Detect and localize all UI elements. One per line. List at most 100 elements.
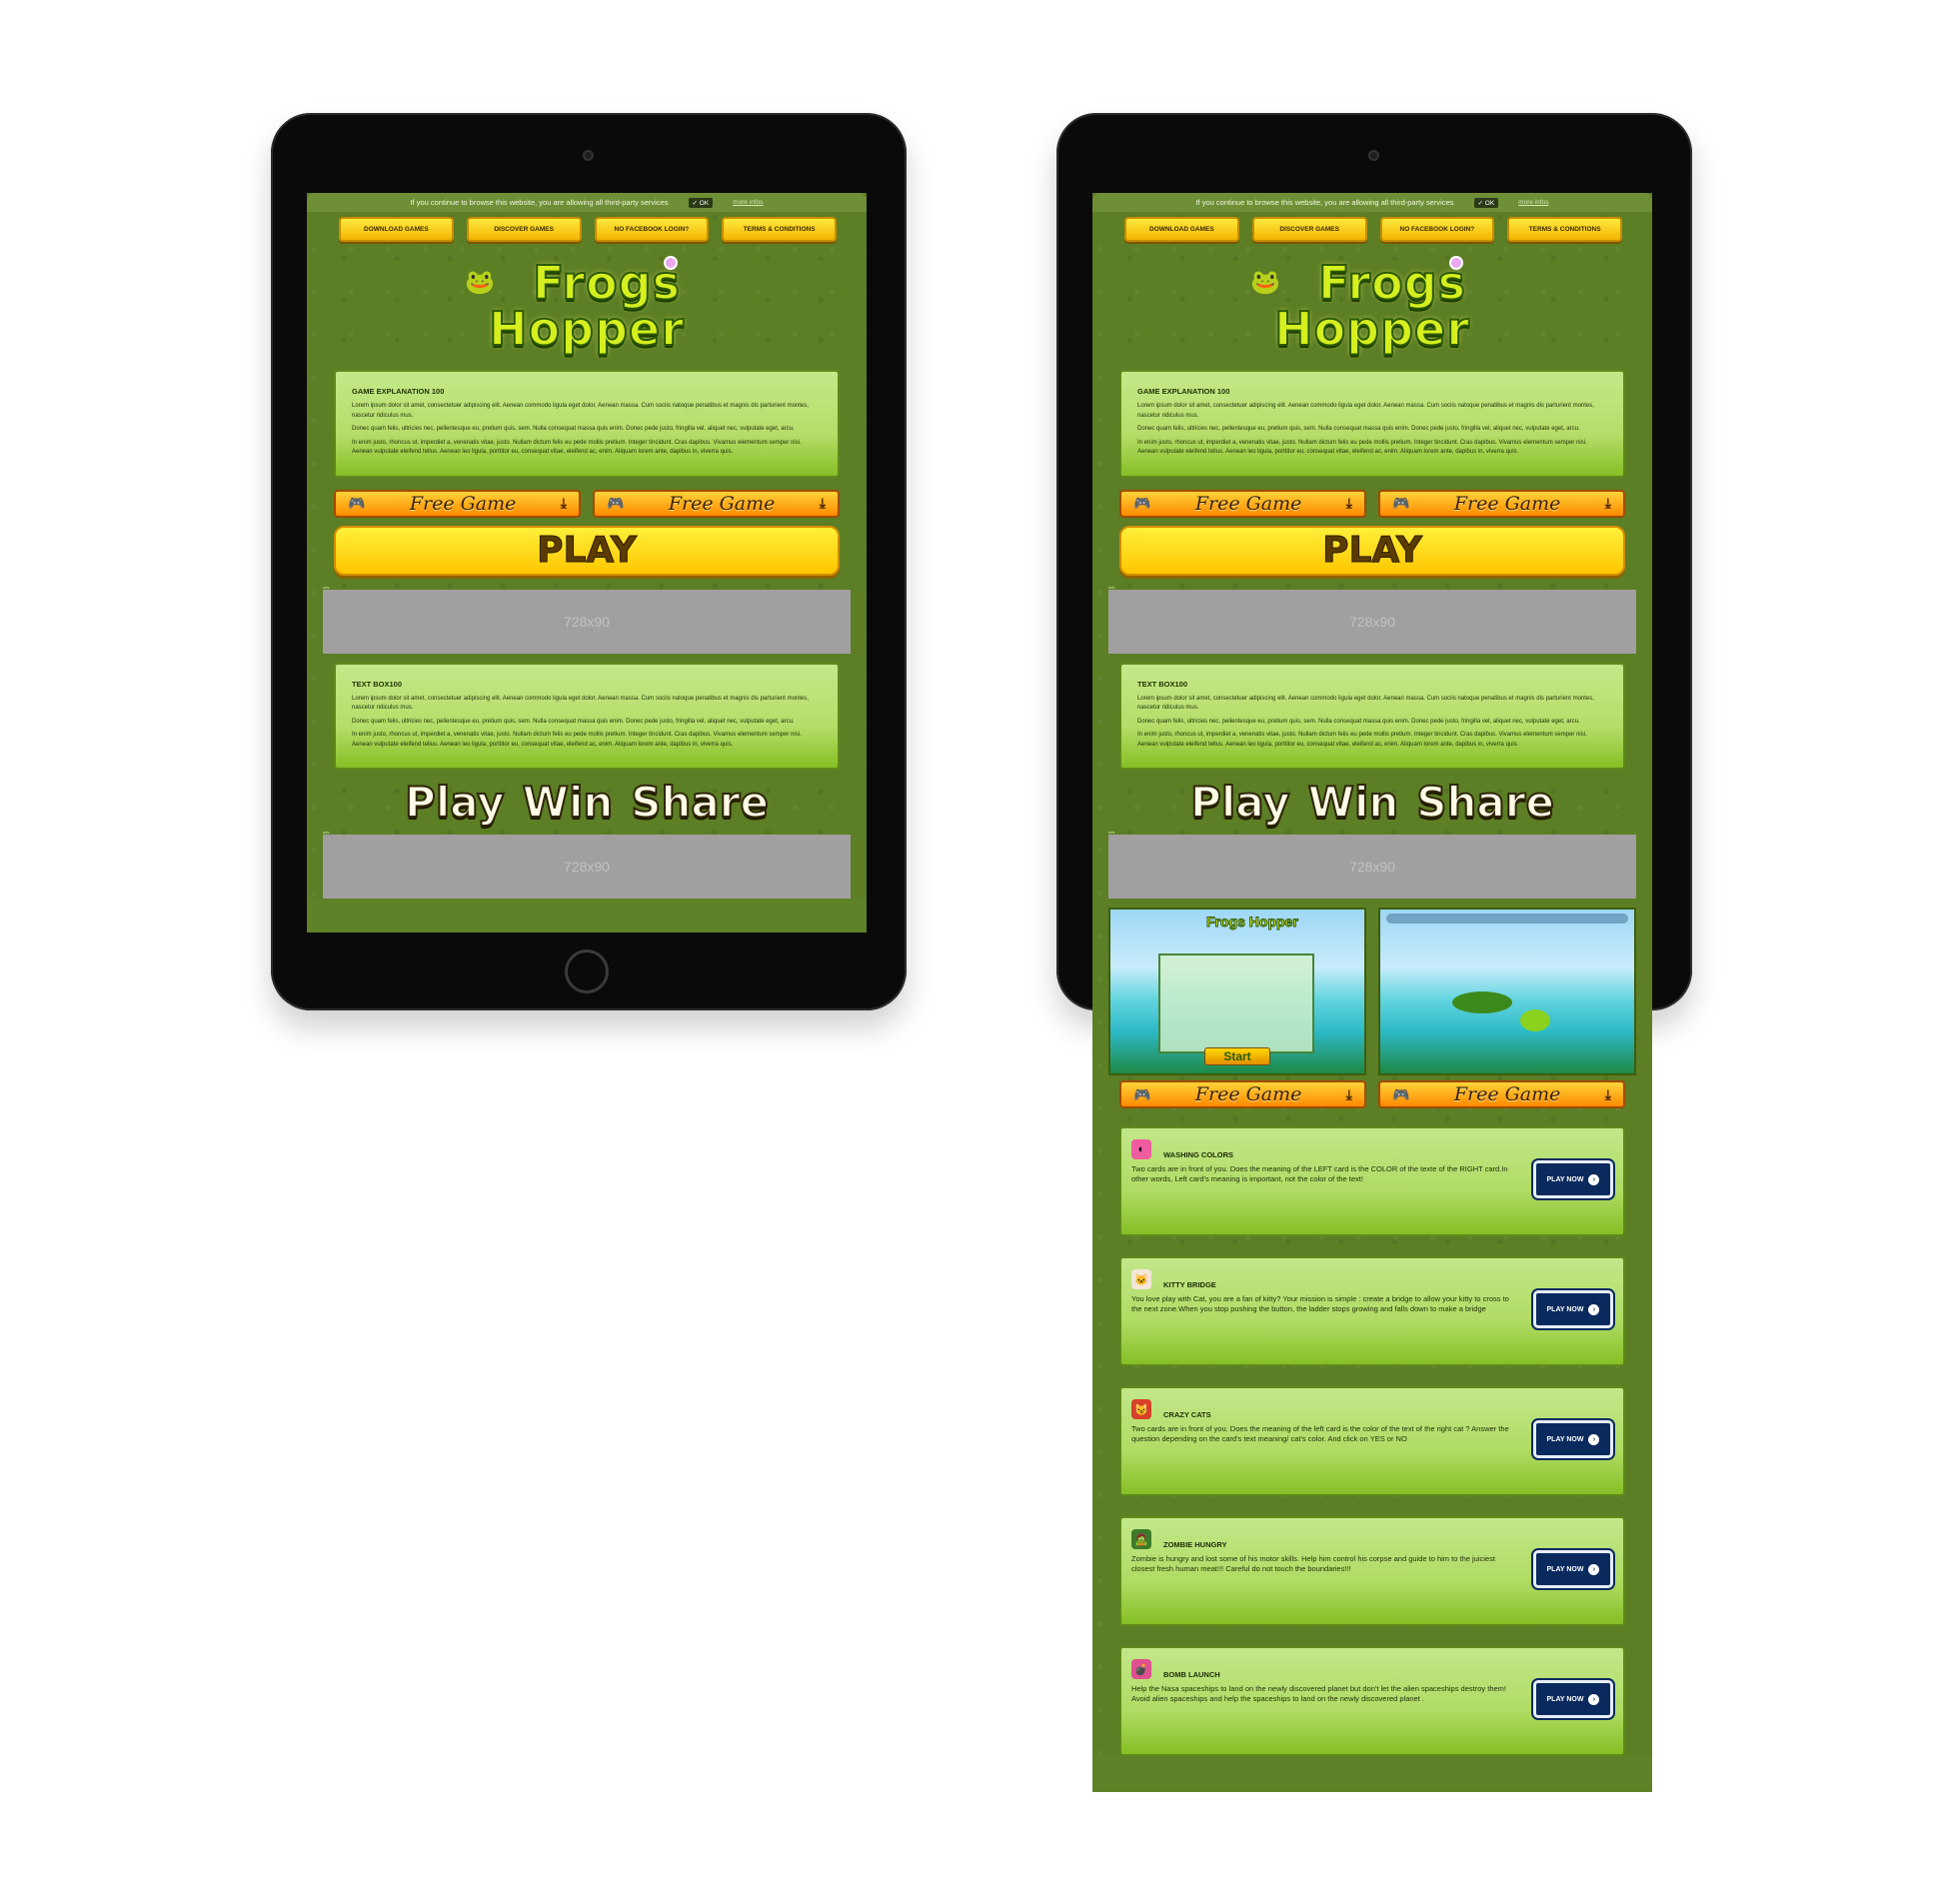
cookie-ok-button[interactable]: ✓ OK	[1473, 197, 1499, 208]
free-game-button[interactable]: 🎮 Free Game ⤓	[1378, 1080, 1625, 1108]
explanation-paragraph: In enim justo, rhoncus ut, imperdiet a, …	[1137, 439, 1587, 456]
camera-icon	[1368, 150, 1379, 161]
arrow-right-icon: ›	[1588, 1693, 1600, 1705]
play-button[interactable]: PLAY	[334, 525, 840, 576]
arrow-right-icon: ›	[1588, 1563, 1600, 1575]
cookie-bar: If you continue to browse this website, …	[1092, 193, 1652, 212]
crazy-cat-icon: 😼	[1131, 1399, 1151, 1419]
game-title: KITTY BRIDGE	[1163, 1280, 1216, 1289]
nav-terms-conditions[interactable]: TERMS & CONDITIONS	[722, 217, 837, 242]
top-nav: DOWNLOAD GAMES DISCOVER GAMES NO FACEBOO…	[307, 212, 867, 242]
download-icon: ⤓	[1345, 1085, 1352, 1102]
nav-download-games[interactable]: DOWNLOAD GAMES	[339, 217, 454, 242]
free-game-button[interactable]: 🎮 Free Game ⤓	[1119, 489, 1366, 518]
free-game-button[interactable]: 🎮 Free Game ⤓	[1119, 1080, 1366, 1108]
textbox-paragraph: In enim justo, rhoncus ut, imperdiet a, …	[1137, 732, 1587, 748]
game-description: Two cards are in front of you. Does the …	[1131, 1164, 1508, 1183]
nav-download-games[interactable]: DOWNLOAD GAMES	[1124, 217, 1239, 242]
game-card-crazy-cats: 😼 CRAZY CATS Two cards are in front of y…	[1119, 1386, 1625, 1496]
washing-colors-icon: ◐	[1131, 1139, 1151, 1159]
textbox-paragraph: In enim justo, rhoncus ut, imperdiet a, …	[352, 732, 802, 748]
cookie-more-link[interactable]: more infos	[1518, 199, 1548, 206]
game-card-kitty-bridge: 🐱 KITTY BRIDGE You love play with Cat, y…	[1119, 1256, 1625, 1366]
play-now-button[interactable]: PLAY NOW ›	[1533, 1550, 1613, 1588]
lily-pad	[1452, 991, 1512, 1013]
free-game-label: Free Game	[1194, 1083, 1302, 1105]
gamepad-icon: 🎮	[348, 495, 366, 511]
flower-icon	[1449, 256, 1463, 270]
game-title: CRAZY CATS	[1163, 1410, 1211, 1419]
download-icon: ⤓	[1345, 495, 1352, 511]
tablet-screen-left: If you continue to browse this website, …	[307, 193, 867, 933]
nav-no-facebook-login[interactable]: NO FACEBOOK LOGIN?	[594, 217, 710, 242]
gamepad-icon: 🎮	[607, 495, 625, 511]
game-hud	[1386, 914, 1628, 924]
logo-line-1: Frogs	[1317, 256, 1467, 310]
game-description: Help the Nasa spaceships to land on the …	[1131, 1684, 1506, 1703]
explanation-paragraph: Lorem ipsum dolor sit amet, consectetuer…	[1137, 403, 1594, 419]
gamepad-icon: 🎮	[1133, 495, 1151, 511]
play-now-button[interactable]: PLAY NOW ›	[1533, 1290, 1613, 1328]
play-now-button[interactable]: PLAY NOW ›	[1533, 1680, 1613, 1718]
frog-sprite	[1520, 1009, 1550, 1031]
free-game-label: Free Game	[1453, 1083, 1561, 1105]
play-now-button[interactable]: PLAY NOW ›	[1533, 1420, 1613, 1458]
free-game-label: Free Game	[1194, 492, 1302, 515]
gamepad-icon: 🎮	[1392, 495, 1410, 511]
start-button[interactable]: Start	[1204, 1047, 1270, 1065]
arrow-right-icon: ›	[1588, 1173, 1600, 1185]
explanation-title: GAME EXPLANATION 100	[1137, 387, 1230, 396]
site: If you continue to browse this website, …	[307, 193, 867, 899]
game-card-zombie-hungry: 🧟 ZOMBIE HUNGRY Zombie is hungry and los…	[1119, 1516, 1625, 1626]
frog-icon: 🐸	[465, 269, 495, 296]
play-now-label: PLAY NOW	[1546, 1175, 1584, 1183]
cookie-more-link[interactable]: more infos	[733, 199, 763, 206]
frog-icon: 🐸	[1250, 269, 1280, 296]
textbox-paragraph: Donec quam felis, ultricies nec, pellent…	[352, 718, 795, 725]
game-screenshot-start[interactable]: Frogs Hopper Start	[1108, 908, 1366, 1075]
ad-banner[interactable]: 728x90	[1108, 589, 1636, 654]
mockup-stage: If you continue to browse this website, …	[0, 0, 1960, 1902]
gamepad-icon: 🎮	[1133, 1085, 1151, 1102]
ad-banner[interactable]: 728x90	[1108, 835, 1636, 899]
nav-discover-games[interactable]: DISCOVER GAMES	[1251, 217, 1367, 242]
nav-no-facebook-login[interactable]: NO FACEBOOK LOGIN?	[1379, 217, 1495, 242]
arrow-right-icon: ›	[1588, 1303, 1600, 1315]
play-now-button[interactable]: PLAY NOW ›	[1533, 1160, 1613, 1198]
free-game-button[interactable]: 🎮 Free Game ⤓	[334, 489, 581, 518]
cookie-text: If you continue to browse this website, …	[410, 198, 669, 207]
play-now-label: PLAY NOW	[1546, 1565, 1584, 1573]
game-explanation-box: GAME EXPLANATION 100 Lorem ipsum dolor s…	[334, 370, 840, 478]
play-button[interactable]: PLAY	[1119, 525, 1625, 576]
ad-banner[interactable]: 728x90	[323, 589, 851, 654]
slogan-win: Win	[522, 777, 615, 828]
ad-banner[interactable]: 728x90	[323, 835, 851, 899]
play-now-label: PLAY NOW	[1546, 1435, 1584, 1443]
download-icon: ⤓	[1604, 1085, 1611, 1102]
game-explanation-box: GAME EXPLANATION 100 Lorem ipsum dolor s…	[1119, 370, 1625, 478]
game-card-washing-colors: ◐ WASHING COLORS Two cards are in front …	[1119, 1126, 1625, 1236]
free-game-label: Free Game	[668, 492, 776, 515]
explanation-paragraph: In enim justo, rhoncus ut, imperdiet a, …	[352, 439, 802, 456]
explanation-paragraph: Lorem ipsum dolor sit amet, consectetuer…	[352, 403, 809, 419]
cookie-ok-button[interactable]: ✓ OK	[688, 197, 714, 208]
screenshot-row: Frogs Hopper Start	[1108, 908, 1636, 1075]
logo-line-1: Frogs	[532, 256, 682, 310]
nav-discover-games[interactable]: DISCOVER GAMES	[466, 217, 582, 242]
slogan-share: Share	[1415, 777, 1555, 828]
game-description: Two cards are in front of you. Does the …	[1131, 1424, 1509, 1443]
textbox-paragraph: Lorem ipsum dolor sit amet, consectetuer…	[352, 695, 809, 712]
slogan-play: Play	[404, 777, 506, 828]
play-win-share-slogan: Play Win Share	[307, 774, 867, 830]
camera-icon	[583, 150, 594, 161]
home-button[interactable]	[565, 950, 609, 993]
nav-terms-conditions[interactable]: TERMS & CONDITIONS	[1507, 217, 1622, 242]
free-game-row: 🎮 Free Game ⤓ 🎮 Free Game ⤓	[1119, 1080, 1625, 1108]
text-box: TEXT BOX100 Lorem ipsum dolor sit amet, …	[1119, 662, 1625, 770]
free-game-button[interactable]: 🎮 Free Game ⤓	[593, 489, 840, 518]
top-nav: DOWNLOAD GAMES DISCOVER GAMES NO FACEBOO…	[1092, 212, 1652, 242]
play-now-label: PLAY NOW	[1546, 1695, 1584, 1703]
free-game-button[interactable]: 🎮 Free Game ⤓	[1378, 489, 1625, 518]
game-title: WASHING COLORS	[1163, 1150, 1234, 1159]
game-screenshot-play[interactable]	[1378, 908, 1636, 1075]
